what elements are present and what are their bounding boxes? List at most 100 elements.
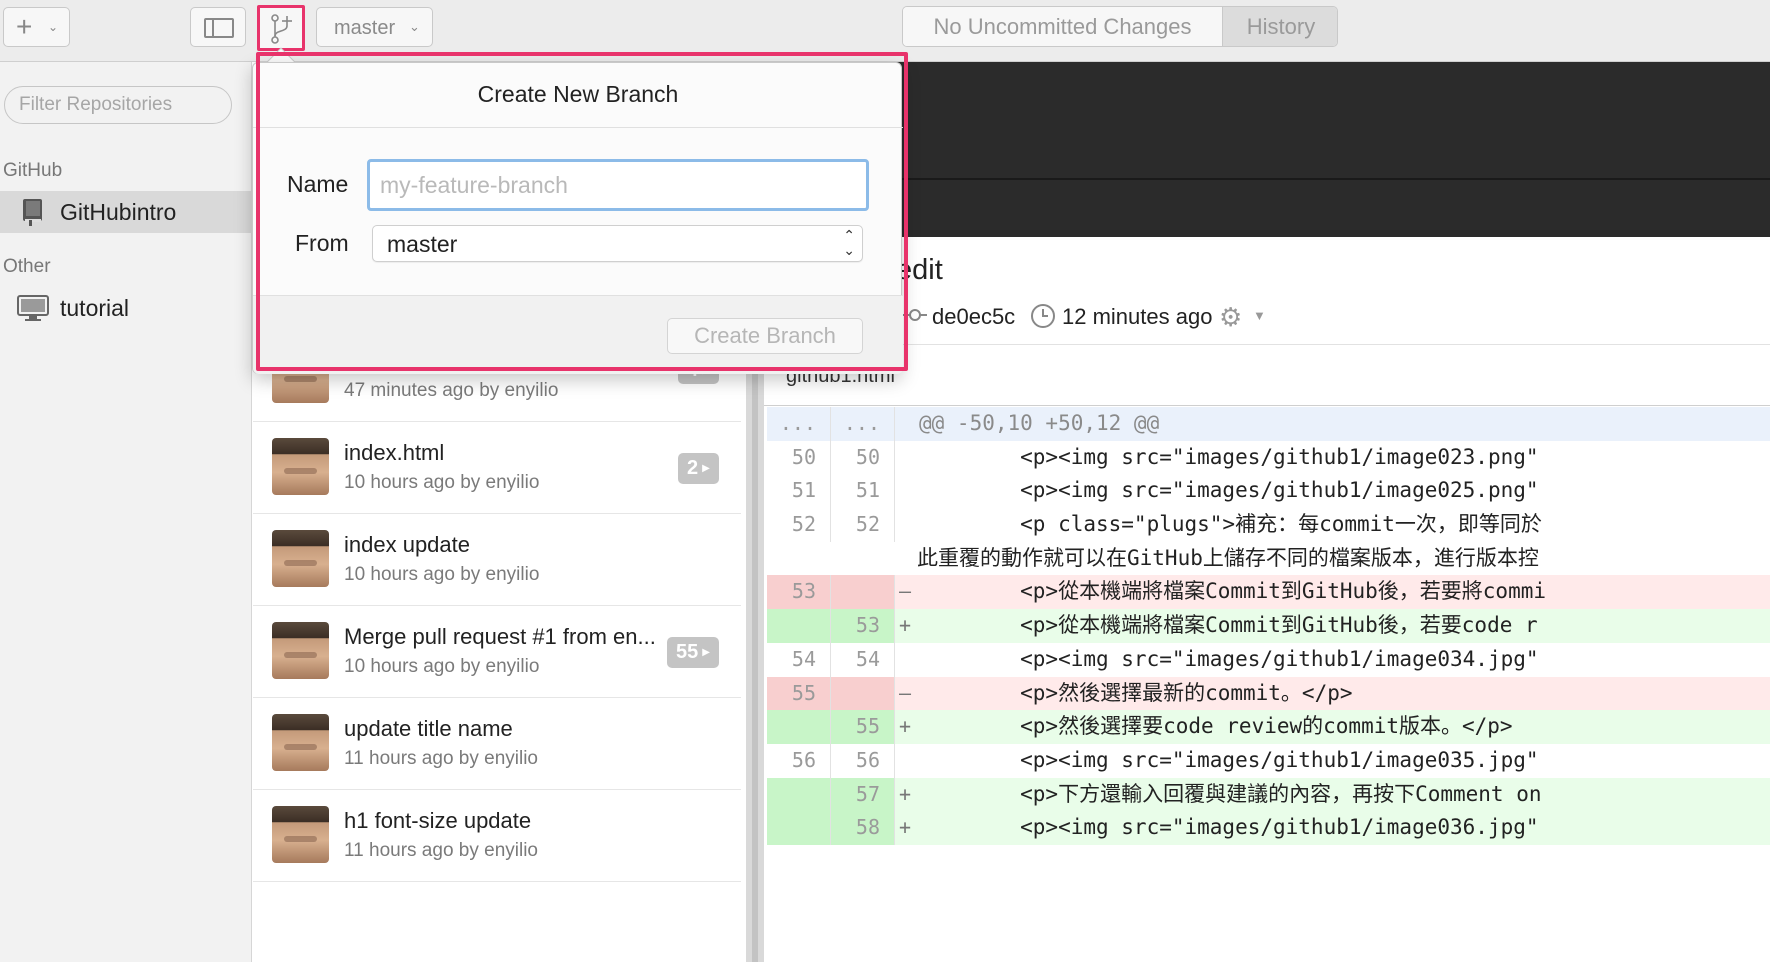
plus-icon: +: [16, 11, 33, 42]
branch-select-label: master: [334, 17, 396, 39]
diff-code: 此重覆的動作就可以在GitHub上儲存不同的檔案版本，進行版本控: [917, 545, 1539, 570]
new-line-number: [831, 676, 895, 711]
filter-repositories-input[interactable]: Filter Repositories: [4, 86, 232, 124]
tab-history[interactable]: History: [1223, 7, 1337, 46]
commit-title: index update: [344, 532, 470, 557]
divider: [253, 127, 903, 128]
toolbar: + ⌄ master ⌄ No Uncommitted Changes Hist…: [0, 0, 1770, 62]
diff-line-added: 58 + <p><img src="images/github1/image03…: [767, 811, 1770, 845]
diff-sign: +: [899, 815, 912, 840]
computer-icon: [17, 294, 49, 327]
tab-uncommitted-changes[interactable]: No Uncommitted Changes: [903, 7, 1223, 46]
diff-line-added: 57 + <p>下方還輸入回覆與建議的內容，再按下Comment on: [767, 777, 1770, 812]
clock-icon: [1030, 303, 1056, 334]
new-line-number: 53: [831, 609, 895, 643]
commit-title: h1 font-size update: [344, 808, 532, 833]
diff-line-deleted: 55 – <p>然後選擇最新的commit。</p>: [767, 676, 1770, 711]
commit-time: 12 minutes ago: [1062, 304, 1213, 329]
commit-title: update title name: [344, 716, 513, 741]
old-line-number: [767, 609, 831, 643]
branch-select[interactable]: master ⌄: [316, 7, 433, 47]
branch-name-input[interactable]: [367, 159, 869, 211]
commit-row[interactable]: h1 font-size update 11 hours ago by enyi…: [253, 790, 741, 882]
sidebar-item-label: GitHubintro: [60, 199, 177, 225]
chevron-down-icon[interactable]: ▼: [1253, 308, 1266, 323]
commit-row[interactable]: update title name 11 hours ago by enyili…: [253, 698, 741, 790]
commit-title: Merge pull request #1 from en...: [344, 624, 656, 649]
chevron-down-icon: ⌄: [48, 20, 59, 34]
new-line-number: [831, 575, 895, 610]
commit-meta: 11 hours ago by enyilio: [344, 748, 538, 769]
popover-footer: Create Branch: [253, 296, 903, 374]
from-label: From: [295, 230, 349, 256]
divider: [764, 344, 1770, 345]
diff-line: 54 54 <p><img src="images/github1/image0…: [767, 642, 1770, 677]
sidebar-section-github: GitHub: [3, 160, 63, 181]
old-line-number: ...: [767, 407, 831, 441]
old-line-number: 52: [767, 508, 831, 542]
diff-hunk-header: ... ... @@ -50,10 +50,12 @@: [767, 407, 1770, 441]
diff-code: <p><img src="images/github1/image025.png…: [919, 478, 1539, 503]
diff-code: <p>從本機端將檔案Commit到GitHub後，若要code r: [919, 613, 1538, 638]
diff-sign: +: [899, 613, 912, 638]
sidebar-item-tutorial[interactable]: tutorial: [0, 287, 252, 329]
commit-meta: 10 hours ago by enyilio: [344, 564, 540, 585]
sidebar-icon: [204, 18, 234, 38]
commit-detail-pane: edit de0ec5c 12 minutes ago ⚙ ▼ github1.…: [764, 62, 1770, 962]
diff-line: 52 52 <p class="plugs">補充：每commit一次，即等同於: [767, 508, 1770, 542]
diff-view: ... ... @@ -50,10 +50,12 @@ 50 50 <p><im…: [767, 407, 1770, 845]
divider: [764, 178, 1770, 180]
commit-row[interactable]: index update 10 hours ago by enyilio: [253, 514, 741, 606]
avatar: [272, 438, 329, 495]
toggle-sidebar-button[interactable]: [190, 7, 246, 47]
gear-icon[interactable]: ⚙: [1219, 302, 1242, 333]
diff-code: @@ -50,10 +50,12 @@: [919, 411, 1160, 435]
commit-row[interactable]: index.html 10 hours ago by enyilio 2 ▶: [253, 422, 741, 514]
file-count-badge[interactable]: 2 ▶: [678, 453, 719, 484]
avatar: [272, 806, 329, 863]
commit-meta: 11 hours ago by enyilio: [344, 840, 538, 861]
avatar: [272, 714, 329, 771]
repo-book-icon: [20, 198, 46, 231]
add-repository-button[interactable]: + ⌄: [3, 7, 70, 47]
create-branch-popover: Create New Branch Name From master ⌃⌄ Cr…: [252, 62, 903, 374]
diff-sign: +: [899, 714, 912, 739]
diff-code: <p><img src="images/github1/image034.jpg…: [919, 646, 1539, 671]
sidebar-item-githubintro[interactable]: GitHubintro: [0, 191, 252, 233]
sidebar-item-label: tutorial: [60, 295, 130, 321]
new-line-number: ...: [831, 407, 895, 441]
avatar: [272, 530, 329, 587]
diff-code: <p><img src="images/github1/image036.jpg…: [919, 815, 1539, 840]
chevron-down-icon: ⌄: [409, 19, 420, 34]
commit-meta: 10 hours ago by enyilio: [344, 472, 540, 493]
select-arrows-icon: ⌃ ⌄: [843, 227, 855, 258]
sidebar: Filter Repositories GitHub GitHubintro O…: [0, 62, 252, 962]
new-line-number: 58: [831, 811, 895, 845]
commit-sha[interactable]: de0ec5c: [932, 304, 1015, 330]
diff-line-wrap: 此重覆的動作就可以在GitHub上儲存不同的檔案版本，進行版本控: [767, 542, 1770, 576]
popover-title: Create New Branch: [477, 81, 679, 107]
file-count-badge[interactable]: 55 ▶: [667, 637, 719, 668]
new-line-number: 51: [831, 474, 895, 509]
old-line-number: 54: [767, 642, 831, 677]
sidebar-section-other: Other: [3, 256, 51, 277]
diff-sign: –: [899, 680, 912, 705]
new-line-number: 52: [831, 508, 895, 542]
commit-header-bar: [764, 62, 1770, 237]
avatar: [272, 622, 329, 679]
create-branch-button[interactable]: [257, 5, 305, 51]
old-line-number: [767, 710, 831, 744]
old-line-number: [767, 777, 831, 812]
from-branch-select[interactable]: master ⌃ ⌄: [372, 225, 863, 262]
diff-code: <p class="plugs">補充：每commit一次，即等同於: [919, 512, 1542, 537]
diff-line-added: 55 + <p>然後選擇要code review的commit版本。</p>: [767, 710, 1770, 744]
commit-row[interactable]: Merge pull request #1 from en... 10 hour…: [253, 606, 741, 698]
diff-code: <p>然後選擇要code review的commit版本。</p>: [919, 714, 1513, 739]
divider: [764, 405, 1770, 406]
from-branch-value: master: [387, 231, 458, 257]
diff-code: <p>下方還輸入回覆與建議的內容，再按下Comment on: [919, 781, 1542, 806]
old-line-number: 53: [767, 575, 831, 610]
diff-code: <p><img src="images/github1/image035.jpg…: [919, 747, 1539, 772]
commit-meta: 10 hours ago by enyilio: [344, 656, 540, 677]
create-branch-submit-button[interactable]: Create Branch: [667, 318, 863, 354]
